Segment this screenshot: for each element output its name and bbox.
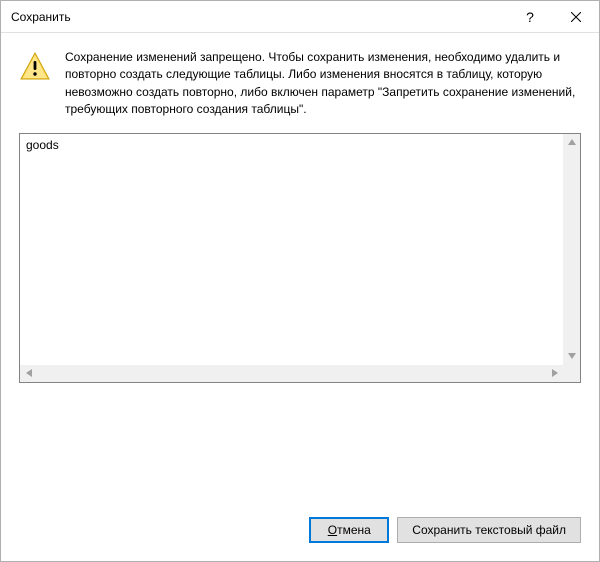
help-button[interactable]: ?: [507, 1, 553, 32]
scroll-up-arrow-icon[interactable]: [563, 134, 580, 151]
message-text: Сохранение изменений запрещено. Чтобы со…: [65, 49, 581, 119]
window-controls: ?: [507, 1, 599, 32]
button-row: Отмена Сохранить текстовый файл: [1, 503, 599, 561]
scroll-down-arrow-icon[interactable]: [563, 348, 580, 365]
scrollbar-corner: [563, 365, 580, 382]
dialog-window: Сохранить ? Сохранение изменений запреще…: [0, 0, 600, 562]
close-icon: [571, 12, 581, 22]
warning-icon: [19, 51, 51, 83]
vertical-scrollbar[interactable]: [563, 134, 580, 365]
scroll-right-arrow-icon[interactable]: [546, 365, 563, 382]
save-text-file-button[interactable]: Сохранить текстовый файл: [397, 517, 581, 543]
close-button[interactable]: [553, 1, 599, 32]
titlebar: Сохранить ?: [1, 1, 599, 33]
dialog-title: Сохранить: [1, 10, 507, 24]
cancel-button[interactable]: Отмена: [309, 517, 389, 543]
list-item[interactable]: goods: [26, 138, 557, 152]
list-content: goods: [20, 134, 563, 365]
message-row: Сохранение изменений запрещено. Чтобы со…: [19, 49, 581, 119]
horizontal-scrollbar[interactable]: [20, 365, 563, 382]
scroll-left-arrow-icon[interactable]: [20, 365, 37, 382]
tables-listbox[interactable]: goods: [19, 133, 581, 383]
dialog-content: Сохранение изменений запрещено. Чтобы со…: [1, 33, 599, 503]
